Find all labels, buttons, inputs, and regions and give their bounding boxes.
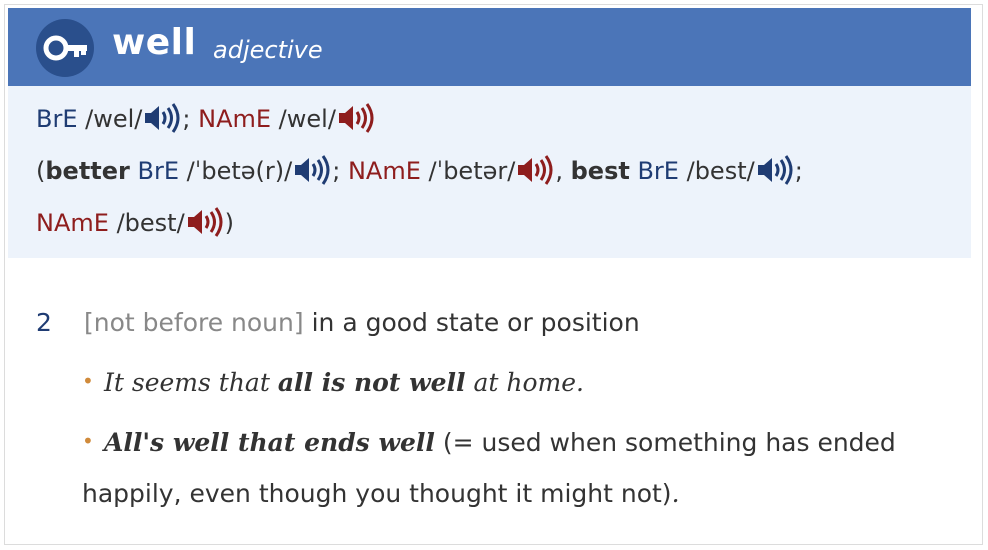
sentence-end: . xyxy=(671,479,680,508)
grammar-label: [not before noun] xyxy=(84,308,304,337)
example-bold: all is not well xyxy=(277,368,466,397)
bre-speaker-icon[interactable] xyxy=(143,103,181,133)
pronunciation-line: NAmE /best/) xyxy=(36,207,235,239)
inflection-best: best xyxy=(570,157,630,185)
ipa-text: /wel/ xyxy=(278,105,336,133)
name-speaker-icon[interactable] xyxy=(516,155,554,185)
example-text: It seems that xyxy=(104,368,278,397)
ipa-text: /best/ xyxy=(686,157,755,185)
bullet-icon: • xyxy=(82,429,94,453)
name-label: NAmE xyxy=(347,157,421,185)
ipa-text: /wel/ xyxy=(85,105,143,133)
name-speaker-icon[interactable] xyxy=(186,207,224,237)
ipa-text: /ˈbetər/ xyxy=(428,157,516,185)
example-text: at home. xyxy=(465,368,584,397)
bre-speaker-icon[interactable] xyxy=(293,155,331,185)
name-label: NAmE xyxy=(36,209,109,237)
bre-label: BrE xyxy=(137,157,180,185)
ipa-text: /best/ xyxy=(116,209,185,237)
name-label: NAmE xyxy=(198,105,272,133)
bre-label: BrE xyxy=(36,105,78,133)
definition-text: in a good state or position xyxy=(311,308,640,337)
bre-speaker-icon[interactable] xyxy=(756,155,794,185)
sense-number: 2 xyxy=(36,308,52,337)
separator: ; xyxy=(182,105,191,133)
entry-header: well adjective xyxy=(8,8,971,86)
name-speaker-icon[interactable] xyxy=(337,103,375,133)
example-idiom: • All's well that ends well (= used when … xyxy=(82,418,942,519)
pronunciation-box: BrE /wel/; NAmE /wel/ (better BrE /ˈbetə… xyxy=(8,86,971,258)
sense-definition: 2 [not before noun] in a good state or po… xyxy=(36,308,640,337)
paren-open: ( xyxy=(36,157,46,185)
example-sentence: • It seems that all is not well at home. xyxy=(82,358,584,409)
ipa-text: /ˈbetə(r)/ xyxy=(186,157,293,185)
idiom-text: All's well that ends well xyxy=(104,428,435,457)
separator: ; xyxy=(332,157,341,185)
pronunciation-line: BrE /wel/; NAmE /wel/ xyxy=(36,103,376,135)
separator: , xyxy=(555,157,563,185)
separator: ; xyxy=(794,157,803,185)
pronunciation-line: (better BrE /ˈbetə(r)/; NAmE /ˈbetər/, b… xyxy=(36,155,803,187)
bullet-icon: • xyxy=(82,369,94,393)
key-icon xyxy=(36,19,94,77)
paren-close: ) xyxy=(224,209,235,237)
headword: well xyxy=(112,22,197,63)
part-of-speech: adjective xyxy=(213,36,323,64)
inflection-better: better xyxy=(45,157,130,185)
bre-label: BrE xyxy=(637,157,679,185)
